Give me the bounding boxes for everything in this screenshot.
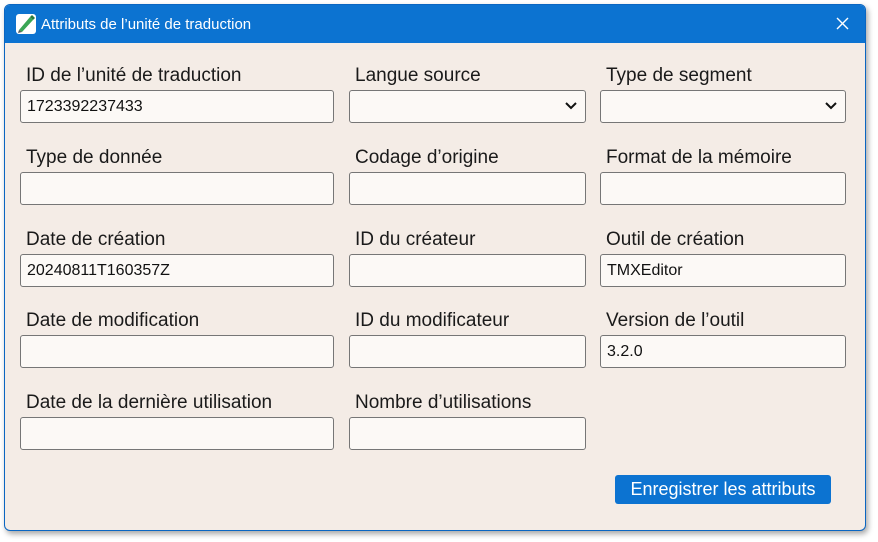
original-encoding-input[interactable] xyxy=(349,172,586,205)
dialog-title: Attributs de l’unité de traduction xyxy=(41,16,252,33)
save-attributes-button[interactable]: Enregistrer les attributs xyxy=(615,475,831,504)
creation-date-label: Date de création xyxy=(26,229,166,250)
modifier-id-input[interactable] xyxy=(349,335,586,368)
creator-id-input[interactable] xyxy=(349,254,586,287)
chevron-down-icon xyxy=(565,102,577,110)
creator-id-label: ID du créateur xyxy=(355,229,476,250)
last-usage-date-input[interactable] xyxy=(20,417,334,450)
usage-count-label: Nombre d’utilisations xyxy=(355,392,532,413)
close-button[interactable] xyxy=(821,5,865,43)
segment-type-label: Type de segment xyxy=(606,65,752,86)
source-language-label: Langue source xyxy=(355,65,481,86)
original-encoding-label: Codage d’origine xyxy=(355,147,499,168)
memory-format-label: Format de la mémoire xyxy=(606,147,792,168)
tuid-input[interactable]: 1723392237433 xyxy=(20,90,334,123)
creation-date-input[interactable]: 20240811T160357Z xyxy=(20,254,334,287)
creation-tool-input[interactable]: TMXEditor xyxy=(600,254,846,287)
last-usage-date-label: Date de la dernière utilisation xyxy=(26,392,273,413)
data-type-input[interactable] xyxy=(20,172,334,205)
segment-type-select[interactable] xyxy=(600,90,846,123)
close-icon xyxy=(836,17,849,30)
usage-count-input[interactable] xyxy=(349,417,586,450)
modifier-id-label: ID du modificateur xyxy=(355,310,510,331)
attributes-dialog: Attributs de l’unité de traduction ID de… xyxy=(4,4,866,531)
data-type-label: Type de donnée xyxy=(26,147,163,168)
title-bar[interactable]: Attributs de l’unité de traduction xyxy=(5,5,865,43)
app-icon xyxy=(16,14,36,34)
creation-tool-label: Outil de création xyxy=(606,229,745,250)
tuid-label: ID de l’unité de traduction xyxy=(26,65,242,86)
memory-format-input[interactable] xyxy=(600,172,846,205)
chevron-down-icon xyxy=(825,102,837,110)
change-date-input[interactable] xyxy=(20,335,334,368)
source-language-select[interactable] xyxy=(349,90,586,123)
tool-version-input[interactable]: 3.2.0 xyxy=(600,335,846,368)
change-date-label: Date de modification xyxy=(26,310,200,331)
tool-version-label: Version de l’outil xyxy=(606,310,745,331)
